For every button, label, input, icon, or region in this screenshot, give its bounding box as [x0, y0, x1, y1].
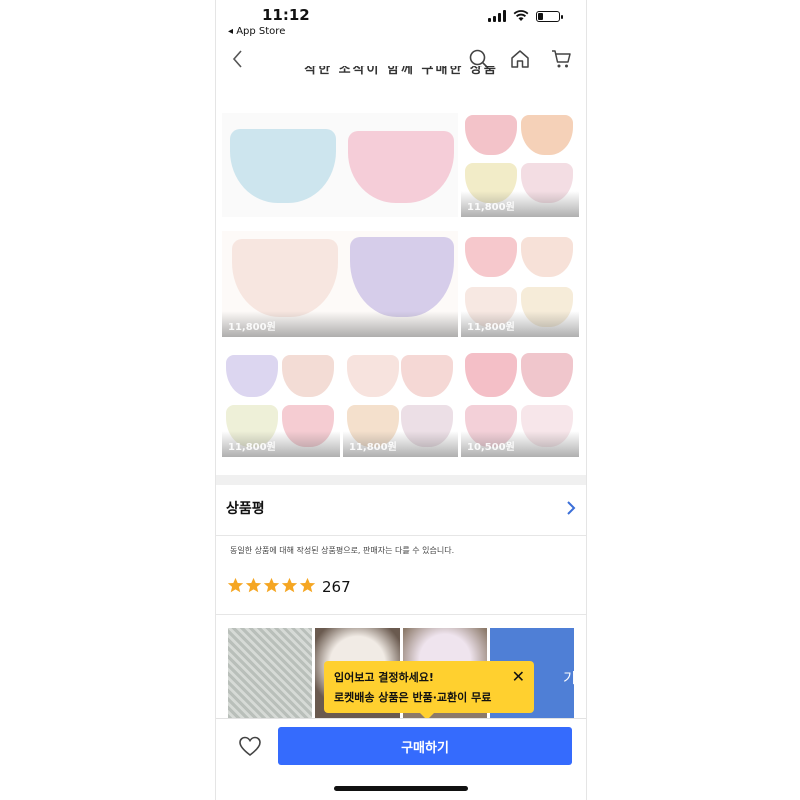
- free-return-tooltip: 입어보고 결정하세요! 로켓배송 상품은 반품·교환이 무료 ✕: [324, 661, 534, 720]
- star-icon: [245, 577, 262, 593]
- divider: [216, 614, 586, 615]
- product-cell[interactable]: 11,800원: [222, 351, 340, 457]
- product-image: [348, 131, 454, 203]
- product-price: 11,800원: [228, 442, 276, 453]
- status-time: 11:12: [262, 6, 310, 24]
- product-image: [230, 129, 336, 203]
- product-cell[interactable]: 11,800원: [461, 113, 579, 217]
- product-price: 10,500원: [467, 442, 515, 453]
- product-cell-large[interactable]: 11,800원: [222, 231, 458, 337]
- wifi-icon: [513, 10, 529, 21]
- product-cell[interactable]: 11,800원: [461, 231, 579, 337]
- star-icon: [263, 577, 280, 593]
- signal-icon: [488, 10, 506, 22]
- section-divider: [216, 475, 586, 485]
- back-to-app-store[interactable]: ◂ App Store: [228, 26, 285, 37]
- star-icon: [281, 577, 298, 593]
- review-disclaimer: 동일한 상품에 대해 작성된 상품평으로, 판매자는 다를 수 있습니다.: [230, 546, 455, 555]
- product-price: 11,800원: [467, 322, 515, 333]
- heart-icon[interactable]: [238, 735, 262, 757]
- review-count: 267: [322, 578, 351, 596]
- close-icon[interactable]: ✕: [512, 669, 525, 685]
- section-subtitle-cut-off: 착한 조작이 함께 구매한 상품: [304, 66, 498, 77]
- home-indicator: [334, 786, 468, 791]
- review-photo[interactable]: [228, 628, 313, 718]
- tooltip-line-2: 로켓배송 상품은 반품·교환이 무료: [334, 691, 492, 704]
- star-icon: [227, 577, 244, 593]
- divider: [216, 535, 586, 536]
- phone-screen: 11:12 ◂ App Store 착한 조작이 함께 구매한 상품 11,80…: [215, 0, 587, 800]
- reviews-title: 상품평: [226, 501, 265, 517]
- star-icon: [299, 577, 316, 593]
- status-icons: [488, 10, 563, 22]
- buy-button[interactable]: 구매하기: [278, 727, 572, 765]
- related-products-grid: 11,800원 11,800원 11,800원 11,800원 11,800원 …: [216, 113, 586, 459]
- product-cell[interactable]: 10,500원: [461, 351, 579, 457]
- product-price: 11,800원: [228, 322, 276, 333]
- more-photos-label: 기: [563, 668, 574, 688]
- product-cell-large[interactable]: [222, 113, 458, 217]
- tooltip-line-1: 입어보고 결정하세요!: [334, 671, 434, 684]
- chevron-right-icon[interactable]: [564, 497, 578, 519]
- product-price: 11,800원: [467, 202, 515, 213]
- product-price: 11,800원: [349, 442, 397, 453]
- battery-icon: [536, 10, 563, 22]
- product-cell[interactable]: 11,800원: [343, 351, 458, 457]
- rating-stars: [227, 577, 316, 594]
